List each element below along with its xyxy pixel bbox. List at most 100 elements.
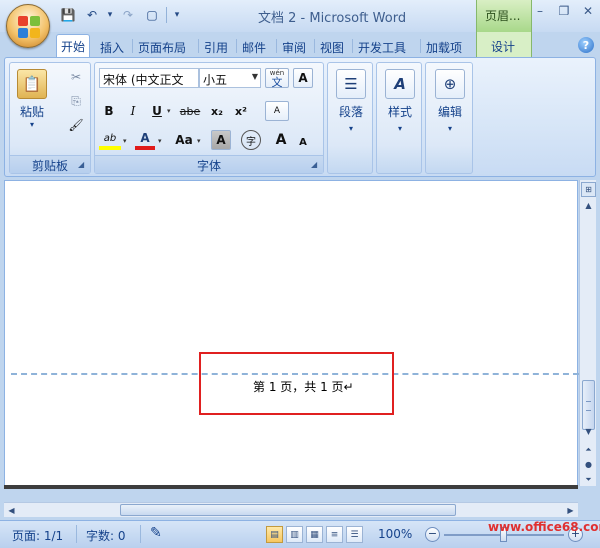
paste-dropdown-icon[interactable]: ▾ [14,120,50,129]
grow-font-button[interactable]: A [271,130,291,150]
ruler-toggle-icon[interactable]: ⊞ [581,182,596,197]
editing-dropdown-icon[interactable]: ▾ [433,124,467,133]
tab-home[interactable]: 开始 [56,34,91,59]
page-count-status[interactable]: 页面: 1/1 [12,527,63,544]
print-layout-view-icon[interactable]: ▤ [266,526,283,543]
font-color-dropdown-icon[interactable]: ▾ [158,137,162,145]
title-bar: 💾 ↶ ▾ ↷ ▢ ▾ 文档 2 - Microsoft Word 页眉... … [0,0,600,32]
editing-button[interactable]: ⊕ 编辑 ▾ [433,69,467,133]
ribbon: 📋 剪贴板 粘贴 ▾ ✂ ⎘ 🖌 剪贴板 ◢ 宋体 (中文正文 小五 ▼ wén… [4,57,596,177]
clipboard-dialog-launcher-icon[interactable]: ◢ [78,160,88,170]
font-dialog-launcher-icon[interactable]: ◢ [311,160,321,170]
zoom-out-button[interactable]: − [425,527,440,542]
proofing-check-icon[interactable]: ✎ [150,525,162,541]
tab-separator [352,39,353,53]
highlight-dropdown-icon[interactable]: ▾ [123,137,127,145]
text-highlight-button[interactable]: ab [99,130,121,150]
enclose-characters-button[interactable]: 字 [241,130,261,150]
scroll-down-icon[interactable]: ▼ [581,424,596,439]
close-button[interactable]: ✕ [576,0,600,22]
quick-access-toolbar: 💾 ↶ ▾ ↷ ▢ ▾ [58,5,183,25]
zoom-level-status[interactable]: 100% [378,527,412,541]
font-group: 宋体 (中文正文 小五 ▼ wén 文 A B I U ▾ abe x₂ x² … [94,62,324,174]
office-button[interactable] [6,4,50,48]
phonetic-guide-button[interactable]: wén 文 [265,68,289,88]
tab-separator [420,39,421,53]
cut-icon[interactable]: ✂ [66,67,86,87]
underline-dropdown-icon[interactable]: ▾ [167,107,171,115]
context-tab-group-header: 页眉... [476,0,532,32]
tab-header-footer-design[interactable]: 设计 [476,32,532,58]
web-layout-view-icon[interactable]: ▦ [306,526,323,543]
highlight-annotation-box [199,352,394,415]
word-count-status[interactable]: 字数: 0 [86,527,126,544]
font-size-dropdown-icon[interactable]: ▼ [252,72,258,81]
bold-button[interactable]: B [99,101,119,121]
customize-qat-icon[interactable]: ▾ [171,6,183,24]
character-shading-button[interactable]: A [211,130,231,150]
font-group-label: 字体 [95,155,323,173]
horizontal-scroll-thumb[interactable] [120,504,456,516]
outline-view-icon[interactable]: ≡ [326,526,343,543]
save-icon[interactable]: 💾 [58,6,78,24]
next-page-icon[interactable]: ⏷ [581,472,596,487]
tab-developer[interactable]: 开发工具 [354,36,410,58]
styles-label: 样式 [387,105,412,119]
redo-icon[interactable]: ↷ [118,6,138,24]
tab-view[interactable]: 视图 [316,36,348,58]
new-document-icon[interactable]: ▢ [142,6,162,24]
paragraph-button[interactable]: ☰ 段落 ▾ [334,69,368,133]
clear-formatting-icon: A [273,106,281,116]
tab-review[interactable]: 审阅 [278,36,310,58]
office-logo-icon [18,16,40,38]
underline-button[interactable]: U [147,101,167,121]
copy-icon[interactable]: ⎘ [66,91,86,111]
change-case-button[interactable]: Aa [171,130,197,150]
select-browse-object-icon[interactable]: ● [581,457,596,472]
draft-view-icon[interactable]: ☰ [346,526,363,543]
subscript-button[interactable]: x₂ [207,101,227,121]
tab-references[interactable]: 引用 [200,36,232,58]
shrink-font-button[interactable]: A [293,132,313,152]
full-screen-reading-view-icon[interactable]: ▥ [286,526,303,543]
tab-page-layout[interactable]: 页面布局 [134,36,190,58]
help-icon[interactable]: ? [578,37,594,53]
phonetic-char: 文 [271,76,283,89]
styles-icon: A [385,69,415,99]
restore-button[interactable]: ❐ [552,0,576,22]
tab-insert[interactable]: 插入 [96,36,128,58]
minimize-button[interactable]: – [528,0,552,22]
scroll-left-icon[interactable]: ◀ [4,503,19,518]
tab-separator [236,39,237,53]
qat-separator [166,7,167,23]
tab-separator [198,39,199,53]
superscript-button[interactable]: x² [231,101,251,121]
paragraph-dropdown-icon[interactable]: ▾ [334,124,368,133]
scroll-up-icon[interactable]: ▲ [581,198,596,213]
undo-icon[interactable]: ↶ [82,6,102,24]
tab-mailings[interactable]: 邮件 [238,36,270,58]
vertical-scrollbar[interactable]: ⊞ ▲ ▼ ⏶ ● ⏷ [579,180,596,486]
change-case-dropdown-icon[interactable]: ▾ [197,137,201,145]
character-border-button[interactable]: A [293,68,313,88]
scroll-right-icon[interactable]: ▶ [563,503,578,518]
paragraph-align-icon: ☰ [336,69,366,99]
horizontal-scrollbar[interactable]: ◀ ▶ [4,502,578,517]
styles-dropdown-icon[interactable]: ▾ [383,124,417,133]
paste-button[interactable]: 📋 剪贴板 粘贴 ▾ [14,69,50,129]
tab-add-ins[interactable]: 加载项 [422,36,466,58]
font-name-combo[interactable]: 宋体 (中文正文 [99,68,199,88]
styles-button[interactable]: A 样式 ▾ [383,69,417,133]
format-painter-icon[interactable]: 🖌 [66,115,86,135]
previous-page-icon[interactable]: ⏶ [581,442,596,457]
strikethrough-button[interactable]: abe [177,101,203,121]
tab-design-label: 设计 [491,40,516,54]
font-color-button[interactable]: A [135,130,155,150]
font-size-combo[interactable]: 小五 ▼ [199,68,261,88]
document-page[interactable]: 第 1 页，共 1 页↵ [4,180,579,486]
italic-button[interactable]: I [123,101,143,121]
undo-dropdown-icon[interactable]: ▾ [106,6,114,24]
clear-formatting-button[interactable]: A [265,101,289,121]
status-separator [140,525,141,543]
vertical-scroll-thumb[interactable] [582,380,595,430]
